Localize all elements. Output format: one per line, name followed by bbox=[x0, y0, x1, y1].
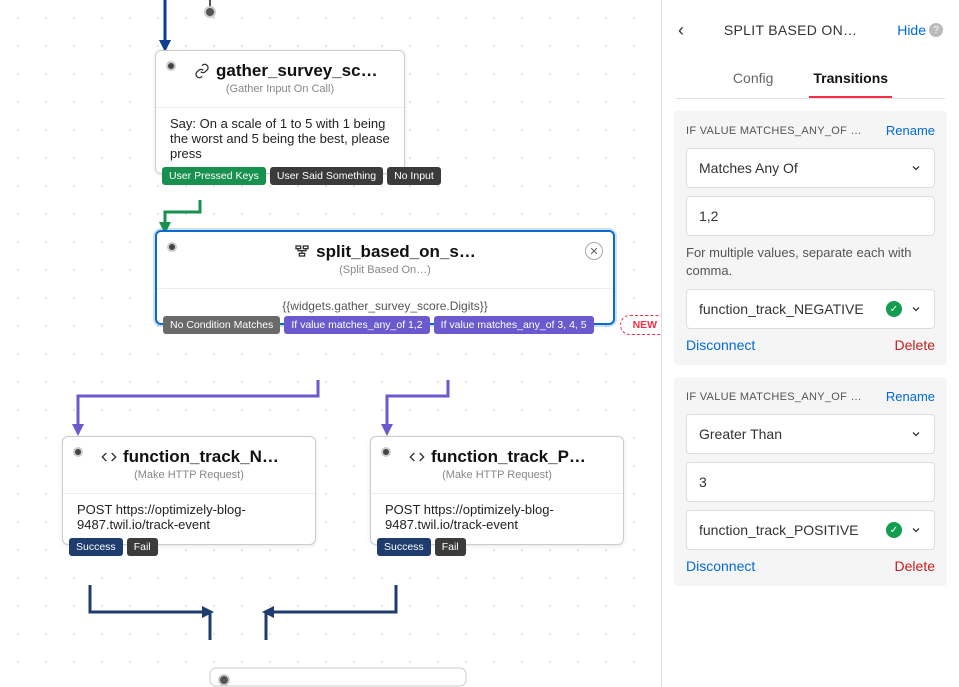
transition-block: IF VALUE MATCHES_ANY_OF … Rename Greater… bbox=[674, 377, 947, 586]
panel-tabs: Config Transitions bbox=[676, 60, 945, 99]
check-icon: ✓ bbox=[886, 301, 902, 317]
condition-select[interactable]: Matches Any Of bbox=[686, 148, 935, 188]
transition-target-select[interactable]: function_track_POSITIVE ✓ bbox=[686, 510, 935, 550]
widget-subtitle: (Split Based On…) bbox=[171, 262, 599, 284]
tab-transitions[interactable]: Transitions bbox=[809, 60, 892, 98]
help-icon[interactable]: ? bbox=[929, 23, 943, 37]
widget-subtitle: (Gather Input On Call) bbox=[170, 81, 390, 103]
widget-title: function_track_N… bbox=[77, 447, 301, 467]
input-port[interactable] bbox=[166, 61, 176, 71]
input-port[interactable] bbox=[381, 447, 391, 457]
inspector-panel: « ‹ SPLIT BASED ON… Hide ? Config Transi… bbox=[661, 0, 959, 687]
output-matches-3-4-5[interactable]: If value matches_any_of 3, 4, 5 bbox=[434, 316, 594, 334]
output-no-condition[interactable]: No Condition Matches bbox=[163, 316, 280, 334]
code-icon bbox=[101, 449, 117, 465]
widget-subtitle: (Make HTTP Request) bbox=[77, 467, 301, 489]
widget-body: POST https://optimizely-blog-9487.twil.i… bbox=[371, 493, 623, 544]
transition-title: IF VALUE MATCHES_ANY_OF … bbox=[686, 391, 862, 403]
widget-title: split_based_on_s… bbox=[171, 242, 599, 262]
widget-body: Say: On a scale of 1 to 5 with 1 being t… bbox=[156, 107, 404, 173]
delete-link[interactable]: Delete bbox=[895, 337, 935, 353]
check-icon: ✓ bbox=[886, 522, 902, 538]
helper-text: For multiple values, separate each with … bbox=[686, 244, 935, 279]
split-icon bbox=[294, 244, 310, 260]
chevron-down-icon bbox=[910, 428, 922, 440]
collapse-panel-button[interactable]: « bbox=[661, 78, 662, 114]
condition-select[interactable]: Greater Than bbox=[686, 414, 935, 454]
delete-link[interactable]: Delete bbox=[895, 558, 935, 574]
widget-function-track-positive[interactable]: function_track_P… (Make HTTP Request) PO… bbox=[370, 436, 624, 545]
output-fail[interactable]: Fail bbox=[435, 538, 466, 556]
condition-value-input[interactable]: 1,2 bbox=[686, 196, 935, 236]
output-matches-1-2[interactable]: If value matches_any_of 1,2 bbox=[284, 316, 429, 334]
rename-link[interactable]: Rename bbox=[886, 123, 935, 138]
output-user-said-something[interactable]: User Said Something bbox=[270, 167, 383, 185]
code-icon bbox=[409, 449, 425, 465]
widget-title: gather_survey_sc… bbox=[170, 61, 390, 81]
disconnect-link[interactable]: Disconnect bbox=[686, 337, 755, 353]
condition-value-input[interactable]: 3 bbox=[686, 462, 935, 502]
widget-title: function_track_P… bbox=[385, 447, 609, 467]
chevron-down-icon bbox=[910, 303, 922, 315]
rename-link[interactable]: Rename bbox=[886, 389, 935, 404]
widget-subtitle: (Make HTTP Request) bbox=[385, 467, 609, 489]
output-no-input[interactable]: No Input bbox=[387, 167, 441, 185]
disconnect-link[interactable]: Disconnect bbox=[686, 558, 755, 574]
close-icon[interactable]: ✕ bbox=[585, 242, 603, 260]
chevron-down-icon bbox=[910, 524, 922, 536]
widget-function-track-negative[interactable]: function_track_N… (Make HTTP Request) PO… bbox=[62, 436, 316, 545]
input-port[interactable] bbox=[167, 242, 177, 252]
hide-panel-link[interactable]: Hide ? bbox=[897, 22, 943, 38]
transition-block: IF VALUE MATCHES_ANY_OF … Rename Matches… bbox=[674, 111, 947, 365]
input-port[interactable] bbox=[73, 447, 83, 457]
tab-config[interactable]: Config bbox=[729, 60, 777, 98]
panel-title: SPLIT BASED ON… bbox=[684, 22, 897, 38]
output-fail[interactable]: Fail bbox=[127, 538, 158, 556]
link-icon bbox=[194, 63, 210, 79]
output-success[interactable]: Success bbox=[377, 538, 431, 556]
widget-split-based-on[interactable]: split_based_on_s… ✕ (Split Based On…) {{… bbox=[155, 230, 615, 325]
flow-canvas[interactable]: gather_survey_sc… (Gather Input On Call)… bbox=[0, 0, 661, 687]
output-success[interactable]: Success bbox=[69, 538, 123, 556]
panel-header: ‹ SPLIT BASED ON… Hide ? bbox=[662, 0, 959, 60]
transition-target-select[interactable]: function_track_NEGATIVE ✓ bbox=[686, 289, 935, 329]
widget-body: POST https://optimizely-blog-9487.twil.i… bbox=[63, 493, 315, 544]
output-user-pressed-keys[interactable]: User Pressed Keys bbox=[162, 167, 266, 185]
chevron-down-icon bbox=[910, 162, 922, 174]
transition-title: IF VALUE MATCHES_ANY_OF … bbox=[686, 125, 862, 137]
widget-gather-survey-score[interactable]: gather_survey_sc… (Gather Input On Call)… bbox=[155, 50, 405, 174]
